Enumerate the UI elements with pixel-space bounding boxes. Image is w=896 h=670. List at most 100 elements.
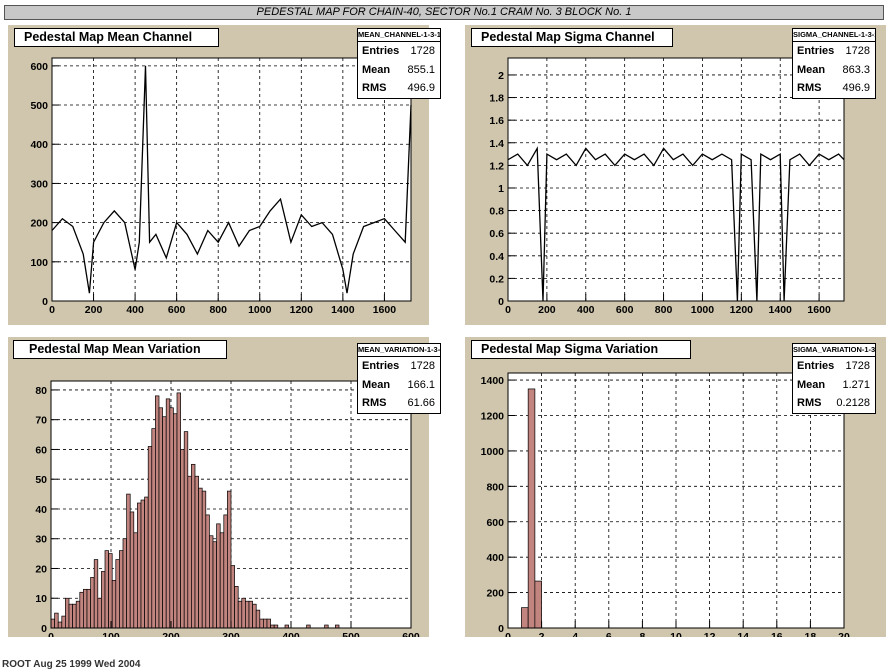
x-tick-label: 10 xyxy=(670,631,682,637)
x-tick-label: 2 xyxy=(539,631,545,637)
histogram-bar xyxy=(230,565,235,629)
histogram-bar xyxy=(126,493,131,629)
footer-text: ROOT Aug 25 1999 Wed 2004 xyxy=(2,659,141,670)
y-tick-label: 1 xyxy=(498,183,504,195)
x-tick-label: 400 xyxy=(577,304,595,316)
y-tick-label: 800 xyxy=(486,481,504,493)
histogram-bar xyxy=(227,490,232,629)
histogram-bar xyxy=(90,577,95,629)
y-tick-label: 70 xyxy=(35,415,47,427)
y-tick-label: 1000 xyxy=(481,446,505,458)
y-tick-label: 30 xyxy=(35,534,47,546)
y-tick-label: 1200 xyxy=(481,411,505,423)
x-tick-label: 600 xyxy=(168,304,186,316)
y-tick-label: 2 xyxy=(498,70,504,82)
x-tick-label: 1000 xyxy=(248,304,272,316)
histogram-bar xyxy=(151,428,156,629)
histogram-bar xyxy=(97,597,102,629)
y-tick-label: 100 xyxy=(30,257,48,269)
histogram-bar xyxy=(54,612,59,629)
stats-entries-label: Entries xyxy=(797,45,835,57)
histogram-bar xyxy=(183,431,189,629)
histogram-bar xyxy=(209,535,214,629)
stats-rms-label: RMS xyxy=(797,397,822,409)
x-tick-label: 200 xyxy=(162,631,180,637)
y-tick-label: 1.6 xyxy=(489,115,504,127)
histogram-bar xyxy=(119,550,124,629)
plot-title: Pedestal Map Sigma Variation xyxy=(471,340,691,359)
y-tick-label: 60 xyxy=(35,444,47,456)
histogram-bar xyxy=(205,514,210,629)
y-tick-label: 50 xyxy=(35,474,47,486)
y-tick-label: 400 xyxy=(486,552,504,564)
stats-box: SIGMA_CHANNEL-1-3-1 Entries 1728 Mean 863.… xyxy=(792,28,876,99)
y-tick-label: 0 xyxy=(498,623,504,635)
stats-name: MEAN_VARIATION-1-3-1 xyxy=(358,344,440,357)
stats-rms-value: 496.9 xyxy=(842,82,870,94)
histogram-bar xyxy=(86,588,91,629)
histogram-bar xyxy=(129,511,135,629)
pad-mean-variation: 0 100 200 300 400 500 600 0 10 20 30 40 50 60 70 80 Ped… xyxy=(8,337,441,637)
histogram-bar xyxy=(534,580,542,629)
y-tick-label: 300 xyxy=(30,178,48,190)
x-tick-label: 500 xyxy=(342,631,360,637)
histogram-bar xyxy=(101,571,106,629)
histogram-bar xyxy=(191,463,196,629)
x-tick-label: 400 xyxy=(126,304,144,316)
x-tick-label: 200 xyxy=(85,304,103,316)
y-tick-label: 40 xyxy=(35,504,47,516)
stats-entries-value: 1728 xyxy=(845,45,870,57)
histogram-bar xyxy=(83,588,88,629)
histogram-bar xyxy=(216,523,221,629)
x-tick-label: 800 xyxy=(209,304,227,316)
histogram-bar xyxy=(108,553,113,629)
x-tick-label: 300 xyxy=(222,631,240,637)
x-tick-label: 8 xyxy=(639,631,645,637)
stats-box: SIGMA_VARIATION-1-3-1 Entries 1728 Mean 1.… xyxy=(792,343,876,414)
y-tick-label: 10 xyxy=(35,593,47,605)
x-tick-label: 600 xyxy=(616,304,634,316)
histogram-bar xyxy=(180,449,185,629)
histogram-bar xyxy=(158,407,163,629)
x-tick-label: 20 xyxy=(838,631,850,637)
x-tick-label: 0 xyxy=(505,631,511,637)
y-tick-label: 20 xyxy=(35,563,47,575)
stats-mean-label: Mean xyxy=(797,63,826,76)
stats-entries-value: 1728 xyxy=(410,360,435,372)
stats-box: MEAN_CHANNEL-1-3-1 Entries 1728 Mean 855.1… xyxy=(357,28,441,99)
y-tick-label: 600 xyxy=(486,517,504,529)
x-tick-label: 1400 xyxy=(769,304,793,316)
y-tick-label: 400 xyxy=(30,139,48,151)
y-tick-label: 0.6 xyxy=(489,228,504,240)
x-tick-label: 100 xyxy=(102,631,120,637)
x-tick-label: 800 xyxy=(655,304,673,316)
stats-rms-value: 0.2128 xyxy=(836,397,870,409)
histogram-bar xyxy=(104,550,109,629)
x-tick-label: 0 xyxy=(505,304,511,316)
histogram-bar xyxy=(144,496,149,629)
histogram-bar xyxy=(198,487,203,629)
histogram-bar xyxy=(173,413,178,629)
histogram-bar xyxy=(248,600,253,629)
x-tick-label: 1600 xyxy=(373,304,397,316)
x-tick-label: 200 xyxy=(538,304,556,316)
x-tick-label: 0 xyxy=(49,304,55,316)
histogram-bar xyxy=(252,603,257,629)
histogram-bar xyxy=(155,395,160,629)
histogram-bar xyxy=(176,392,181,629)
stats-mean-value: 863.3 xyxy=(842,63,870,76)
histogram-bar xyxy=(201,490,207,629)
x-tick-label: 1000 xyxy=(691,304,715,316)
stats-name: SIGMA_CHANNEL-1-3-1 xyxy=(793,29,875,42)
histogram-bar xyxy=(259,618,264,629)
histogram-bar xyxy=(255,609,261,629)
histogram-bar xyxy=(75,600,81,629)
page-title: PEDESTAL MAP FOR CHAIN-40, SECTOR No.1 C… xyxy=(4,5,884,20)
histogram-bar xyxy=(72,603,77,629)
stats-mean-label: Mean xyxy=(797,378,826,391)
stats-rms-label: RMS xyxy=(797,82,822,94)
histogram-bar xyxy=(245,600,250,629)
stats-rms-value: 61.66 xyxy=(407,397,435,409)
pad-sigma-channel: 0 200 400 600 800 1000 1200 1400 1600 0 0.2 0.4 0.6 0… xyxy=(465,25,886,325)
y-tick-label: 1.4 xyxy=(489,138,504,150)
